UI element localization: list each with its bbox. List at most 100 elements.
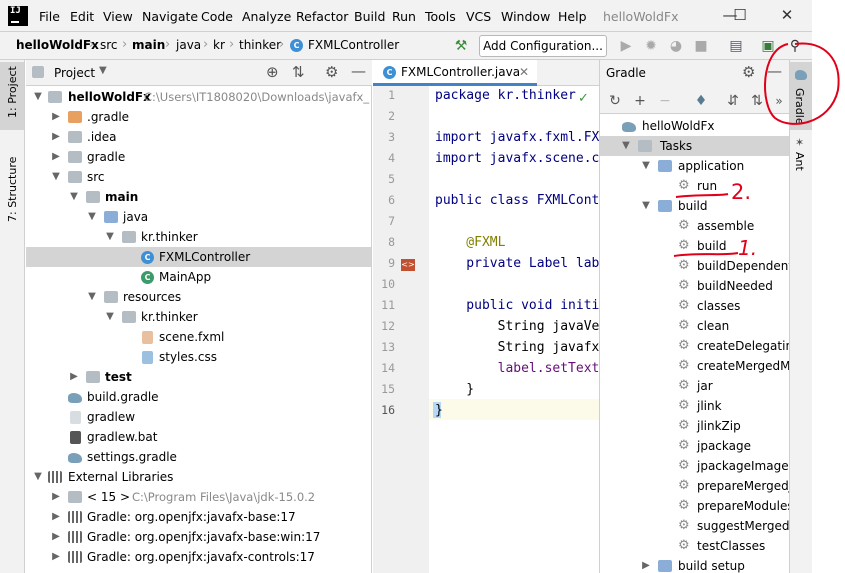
chevron-down-icon[interactable]: ▼: [640, 156, 652, 176]
chevron-down-icon[interactable]: ▼: [620, 136, 632, 156]
tree-row-idea[interactable]: ▶ .idea: [26, 127, 371, 147]
chevron-right-icon[interactable]: ▶: [50, 527, 62, 547]
breadcrumb-project[interactable]: helloWoldFx: [16, 38, 99, 52]
expand-all-icon[interactable]: ⇵: [724, 92, 742, 110]
gear-icon[interactable]: ⚙: [742, 63, 755, 81]
menu-tools[interactable]: Tools: [425, 9, 456, 24]
chevron-down-icon[interactable]: ▼: [50, 167, 62, 187]
editor-tab-fxmlcontroller[interactable]: C FXMLController.java ✕: [373, 60, 537, 86]
menu-file[interactable]: File: [39, 9, 60, 24]
gradle-row-project[interactable]: helloWoldFx: [600, 116, 789, 136]
fxml-navigate-icon[interactable]: <>: [401, 259, 415, 271]
tree-row-gradlew[interactable]: gradlew: [26, 407, 371, 427]
chevron-down-icon[interactable]: ▼: [104, 307, 116, 327]
add-configuration-button[interactable]: Add Configuration...: [479, 35, 607, 57]
tree-row-lib-base[interactable]: ▶ Gradle: org.openjfx:javafx-base:17: [26, 507, 371, 527]
add-icon[interactable]: +: [631, 92, 649, 110]
hide-panel-icon[interactable]: —: [351, 62, 366, 80]
chevron-down-icon[interactable]: ▼: [32, 87, 44, 107]
tree-row-kr-thinker-res[interactable]: ▼ kr.thinker: [26, 307, 371, 327]
tree-row-java[interactable]: ▼ java: [26, 207, 371, 227]
chevron-down-icon[interactable]: ▼: [86, 207, 98, 227]
breadcrumb-kr[interactable]: kr: [213, 38, 225, 52]
hide-panel-icon[interactable]: —: [767, 62, 782, 80]
gradle-task-build[interactable]: ⚙ build: [600, 236, 789, 256]
chevron-right-icon[interactable]: ▶: [68, 367, 80, 387]
menu-code[interactable]: Code: [201, 9, 233, 24]
tree-row-src[interactable]: ▼ src: [26, 167, 371, 187]
gradle-task-run[interactable]: ⚙ run: [600, 176, 789, 196]
close-icon[interactable]: ✕: [774, 4, 800, 28]
tree-row-kr-thinker[interactable]: ▼ kr.thinker: [26, 227, 371, 247]
gradle-task-testclasses[interactable]: ⚙ testClasses: [600, 536, 789, 556]
menu-edit[interactable]: Edit: [70, 9, 94, 24]
gradle-row-application[interactable]: ▼ application: [600, 156, 789, 176]
chevron-down-icon[interactable]: ▼: [104, 227, 116, 247]
chevron-right-icon[interactable]: ▶: [50, 547, 62, 567]
refresh-icon[interactable]: ↻: [606, 92, 624, 110]
gear-icon[interactable]: ⚙: [325, 63, 338, 81]
tree-row-gradle[interactable]: ▶ gradle: [26, 147, 371, 167]
breadcrumb-src[interactable]: src: [100, 38, 118, 52]
menu-help[interactable]: Help: [558, 9, 587, 24]
tree-row-project-root[interactable]: ▼ helloWoldFx C:\Users\IT1808020\Downloa…: [26, 87, 371, 107]
tree-row-settings-gradle[interactable]: settings.gradle: [26, 447, 371, 467]
project-structure-icon[interactable]: ▤: [726, 36, 746, 56]
tree-row-lib-controls[interactable]: ▶ Gradle: org.openjfx:javafx-controls:17: [26, 547, 371, 567]
tree-row-styles-css[interactable]: styles.css: [26, 347, 371, 367]
gradle-task-createmerged[interactable]: ⚙ createMergedMo: [600, 356, 789, 376]
collapse-all-icon[interactable]: ⇅: [748, 92, 766, 110]
chevron-down-icon[interactable]: ▼: [68, 187, 80, 207]
gradle-task-jpackage[interactable]: ⚙ jpackage: [600, 436, 789, 456]
tree-row-mainapp[interactable]: C MainApp: [26, 267, 371, 287]
menu-refactor[interactable]: Refactor: [296, 9, 348, 24]
chevron-right-icon[interactable]: ▶: [50, 107, 62, 127]
remove-icon[interactable]: −: [656, 92, 674, 110]
gradle-task-assemble[interactable]: ⚙ assemble: [600, 216, 789, 236]
maximize-icon[interactable]: ☐: [727, 4, 753, 28]
debug-icon[interactable]: ✹: [641, 36, 661, 56]
more-icon[interactable]: »: [770, 92, 788, 110]
locate-icon[interactable]: ⊕: [266, 63, 279, 81]
gradle-row-tasks[interactable]: ▼ Tasks: [600, 136, 789, 156]
collapse-all-icon[interactable]: ⇅: [292, 63, 305, 81]
tree-row-lib-base-win[interactable]: ▶ Gradle: org.openjfx:javafx-base:win:17: [26, 527, 371, 547]
menu-analyze[interactable]: Analyze: [242, 9, 291, 24]
chevron-right-icon[interactable]: ▶: [50, 507, 62, 527]
tree-row-resources[interactable]: ▼ resources: [26, 287, 371, 307]
breadcrumb-thinker[interactable]: thinker: [239, 38, 281, 52]
chevron-right-icon[interactable]: ▶: [50, 127, 62, 147]
breadcrumb-java[interactable]: java: [176, 38, 201, 52]
breadcrumb-fxmlcontroller[interactable]: FXMLController: [308, 38, 399, 52]
gradle-task-jlink[interactable]: ⚙ jlink: [600, 396, 789, 416]
chevron-right-icon[interactable]: ▶: [50, 487, 62, 507]
tree-row-dot-gradle[interactable]: ▶ .gradle: [26, 107, 371, 127]
menu-window[interactable]: Window: [501, 9, 550, 24]
menu-navigate[interactable]: Navigate: [142, 9, 198, 24]
gradle-task-jar[interactable]: ⚙ jar: [600, 376, 789, 396]
gradle-task-jlinkzip[interactable]: ⚙ jlinkZip: [600, 416, 789, 436]
gradle-row-build-group[interactable]: ▼ build: [600, 196, 789, 216]
hammer-build-icon[interactable]: ⚒: [451, 36, 471, 56]
tree-row-scene-fxml[interactable]: scene.fxml: [26, 327, 371, 347]
chevron-right-icon[interactable]: ▶: [640, 556, 652, 573]
chevron-down-icon[interactable]: ▼: [99, 65, 107, 76]
breadcrumb-main[interactable]: main: [132, 38, 165, 52]
tree-row-jdk[interactable]: ▶ < 15 > C:\Program Files\Java\jdk-15.0.…: [26, 487, 371, 507]
tree-row-external-libraries[interactable]: ▼ External Libraries: [26, 467, 371, 487]
chevron-down-icon[interactable]: ▼: [86, 287, 98, 307]
code-editor[interactable]: package kr.thinker ✓ import javafx.fxml.…: [429, 86, 599, 573]
tree-row-test[interactable]: ▶ test: [26, 367, 371, 387]
gradle-task-preparemodules[interactable]: ⚙ prepareModulesD: [600, 496, 789, 516]
gradle-task-jpackageimage[interactable]: ⚙ jpackageImage: [600, 456, 789, 476]
tree-row-build-gradle[interactable]: build.gradle: [26, 387, 371, 407]
chevron-right-icon[interactable]: ▶: [50, 147, 62, 167]
menu-vcs[interactable]: VCS: [466, 9, 491, 24]
project-view-title[interactable]: Project: [54, 66, 95, 80]
ant-tab-label[interactable]: Ant: [793, 152, 806, 171]
menu-run[interactable]: Run: [392, 9, 416, 24]
gradle-task-builddependents[interactable]: ⚙ buildDependents: [600, 256, 789, 276]
tree-row-fxmlcontroller[interactable]: C FXMLController: [26, 247, 371, 267]
gradle-task-suggestmerged[interactable]: ⚙ suggestMergedM: [600, 516, 789, 536]
project-tab-label[interactable]: 1: Project: [6, 66, 19, 118]
